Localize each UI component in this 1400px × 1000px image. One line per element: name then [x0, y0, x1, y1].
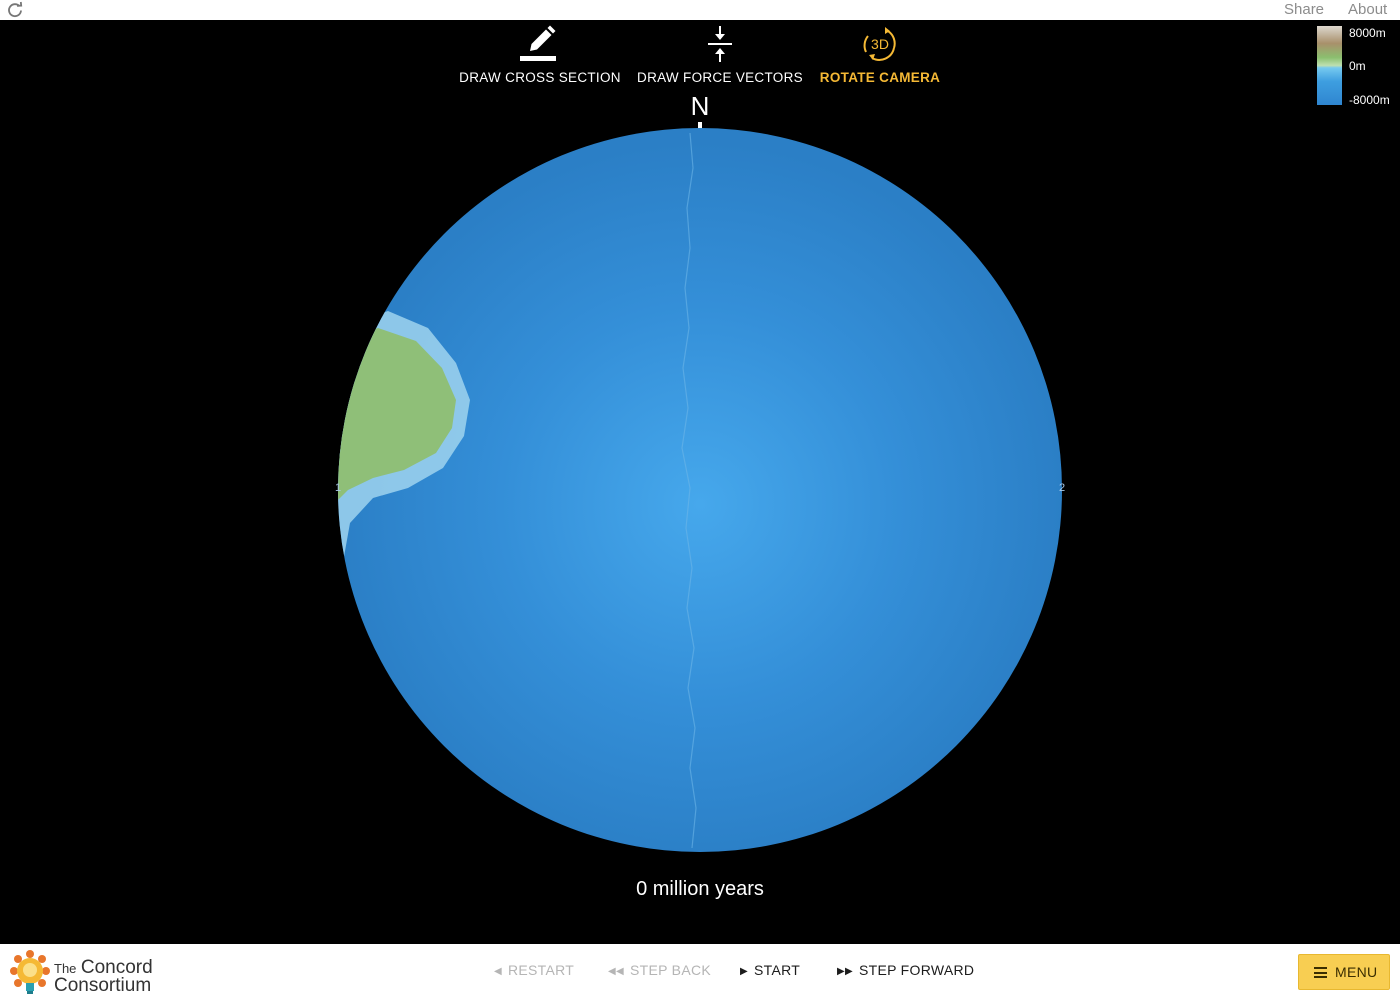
reload-icon[interactable]	[6, 1, 24, 19]
share-link[interactable]: Share	[1284, 1, 1324, 18]
concord-consortium-logo[interactable]: The Concord Consortium	[8, 949, 168, 997]
top-bar: Share About	[0, 0, 1400, 20]
legend-max-label: 8000m	[1349, 26, 1386, 40]
time-display: 0 million years	[636, 878, 764, 900]
north-indicator: N	[690, 91, 710, 121]
pencil-icon	[520, 25, 556, 61]
legend-min-label: -8000m	[1349, 93, 1390, 107]
ocean-surface	[338, 128, 1062, 852]
about-link[interactable]: About	[1348, 1, 1387, 18]
restart-button[interactable]: ◀︎ RESTART	[494, 962, 574, 978]
step-back-label: STEP BACK	[629, 962, 712, 978]
step-forward-label: STEP FORWARD	[858, 962, 975, 978]
simulation-canvas[interactable]: DRAW CROSS SECTION DRAW FORCE VECTORS 3D…	[0, 20, 1400, 944]
globe-edge-label-left: 1	[335, 482, 342, 494]
step-back-button[interactable]: ◀◀ STEP BACK	[608, 962, 711, 978]
step-forward-button[interactable]: ▶▶ STEP FORWARD	[837, 962, 974, 978]
logo-text-consortium: Consortium	[54, 975, 152, 996]
menu-label: MENU	[1335, 964, 1378, 980]
rotate-camera-button[interactable]: 3D ROTATE CAMERA	[812, 20, 948, 110]
draw-force-vectors-button[interactable]: DRAW FORCE VECTORS	[635, 20, 805, 110]
elevation-color-scale	[1317, 26, 1342, 105]
planet-globe[interactable]	[338, 128, 1062, 852]
globe-edge-label-right: 2	[1059, 482, 1066, 494]
rewind-icon: ◀◀	[608, 966, 624, 977]
rotate-3d-text: 3D	[871, 36, 889, 52]
draw-cross-section-label: DRAW CROSS SECTION	[459, 70, 621, 85]
menu-button[interactable]: MENU	[1298, 954, 1390, 990]
rotate-camera-label: ROTATE CAMERA	[819, 70, 941, 85]
compress-arrows-icon	[708, 26, 732, 62]
logo-wordmark: The Concord Consortium	[54, 958, 153, 996]
draw-force-vectors-label: DRAW FORCE VECTORS	[637, 70, 803, 85]
draw-cross-section-button[interactable]: DRAW CROSS SECTION	[455, 20, 625, 110]
start-label: START	[754, 962, 801, 978]
logo-text-the: The	[54, 961, 77, 976]
start-button[interactable]: ▶ START	[740, 962, 800, 978]
skip-back-icon: ◀︎	[494, 966, 502, 977]
lightbulb-logo-icon	[10, 950, 50, 994]
hamburger-icon	[1314, 967, 1327, 978]
restart-label: RESTART	[508, 962, 575, 978]
legend-mid-label: 0m	[1349, 59, 1366, 73]
play-icon: ▶	[740, 966, 748, 977]
rotate-3d-icon: 3D	[863, 27, 896, 61]
bottom-bar: The Concord Consortium ◀︎ RESTART ◀◀ STEP …	[0, 944, 1400, 1000]
elevation-legend: 8000m 0m -8000m	[1316, 26, 1400, 107]
fast-forward-icon: ▶▶	[837, 966, 853, 977]
